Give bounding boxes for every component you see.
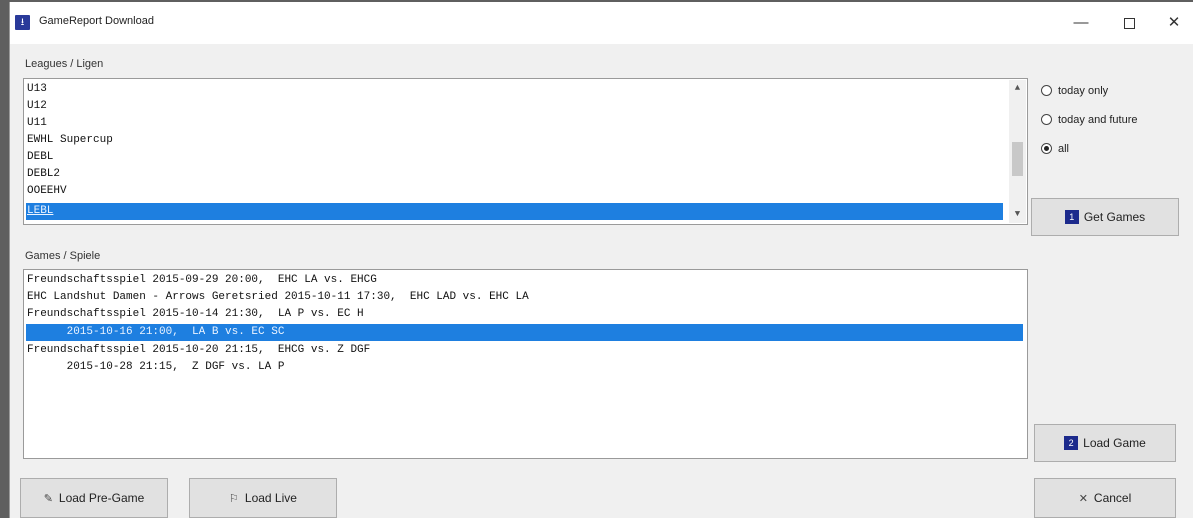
leagues-label: Leagues / Ligen [25, 58, 104, 70]
league-item[interactable]: U11 [26, 115, 1003, 132]
button-label: Get Games [1083, 210, 1146, 224]
load-pregame-button[interactable]: ✎ Load Pre-Game [20, 478, 168, 518]
leagues-listbox[interactable]: U13 U12 U11 EWHL Supercup DEBL DEBL2 OOE… [23, 78, 1028, 225]
radio-circle-icon [1041, 85, 1052, 96]
radio-selected-icon [1041, 143, 1052, 154]
title-bar: ⭳ GameReport Download — ✕ [10, 2, 1193, 44]
game-item[interactable]: 2015-10-28 21:15, Z DGF vs. LA P [26, 359, 1023, 376]
button-label: Load Live [244, 491, 297, 505]
league-item-selected[interactable]: LEBL [26, 203, 1003, 220]
radio-all[interactable]: all [1041, 141, 1069, 157]
league-item[interactable]: DEBL [26, 149, 1003, 166]
games-label: Games / Spiele [25, 250, 101, 262]
radio-today-and-future[interactable]: today and future [1041, 112, 1138, 128]
maximize-icon [1123, 17, 1135, 29]
close-button[interactable]: ✕ [1151, 2, 1193, 44]
load-live-button[interactable]: ⚐ Load Live [189, 478, 337, 518]
get-games-button[interactable]: 1 Get Games [1031, 198, 1179, 236]
league-item[interactable]: DEBL2 [26, 166, 1003, 183]
button-label: Cancel [1093, 491, 1132, 505]
scroll-down-icon[interactable]: ▼ [1009, 206, 1026, 223]
game-item[interactable]: EHC Landshut Damen - Arrows Geretsried 2… [26, 289, 1023, 306]
radio-label: today and future [1058, 114, 1138, 126]
radio-label: today only [1058, 85, 1109, 97]
button-label: Load Pre-Game [58, 491, 145, 505]
game-item[interactable]: Freundschaftsspiel 2015-09-29 20:00, EHC… [26, 272, 1023, 289]
step-badge: 2 [1064, 436, 1079, 450]
scroll-thumb[interactable] [1012, 142, 1023, 176]
games-listbox[interactable]: Freundschaftsspiel 2015-09-29 20:00, EHC… [23, 269, 1028, 459]
league-item[interactable]: OOEEHV [26, 183, 1003, 200]
load-game-button[interactable]: 2 Load Game [1034, 424, 1176, 462]
close-icon: ✕ [1078, 492, 1088, 505]
download-icon: ⭳ [15, 15, 30, 30]
league-item[interactable]: EWHL Supercup [26, 132, 1003, 149]
window-title: GameReport Download [39, 15, 154, 27]
radio-label: all [1058, 143, 1070, 155]
game-item[interactable]: Freundschaftsspiel 2015-10-14 21:30, LA … [26, 306, 1023, 323]
radio-today-only[interactable]: today only [1041, 83, 1108, 99]
game-item-selected[interactable]: 2015-10-16 21:00, LA B vs. EC SC [26, 324, 1023, 341]
live-icon: ⚐ [229, 492, 239, 505]
radio-circle-icon [1041, 114, 1052, 125]
button-label: Load Game [1083, 436, 1146, 450]
edit-icon: ✎ [43, 492, 53, 505]
gamereport-window: ⭳ GameReport Download — ✕ Leagues / Lige… [9, 2, 1193, 518]
scroll-up-icon[interactable]: ▲ [1009, 80, 1026, 97]
cancel-button[interactable]: ✕ Cancel [1034, 478, 1176, 518]
minimize-button[interactable]: — [1058, 2, 1104, 44]
league-item[interactable]: U13 [26, 81, 1003, 98]
league-item[interactable]: U12 [26, 98, 1003, 115]
maximize-button[interactable] [1106, 2, 1152, 44]
game-item[interactable]: Freundschaftsspiel 2015-10-20 21:15, EHC… [26, 342, 1023, 359]
step-badge: 1 [1064, 210, 1079, 224]
leagues-scrollbar[interactable]: ▲ ▼ [1009, 80, 1026, 223]
